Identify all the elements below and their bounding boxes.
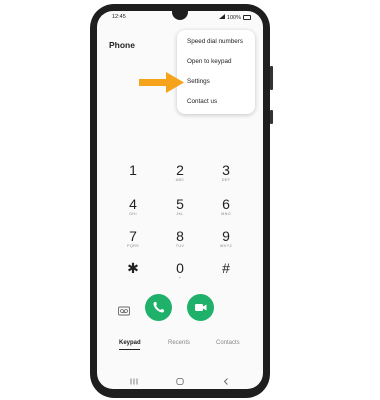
status-icons: 100% — [218, 14, 251, 21]
phone-screen: 12:45 100% Phone Speed dial numbers Open… — [97, 11, 263, 389]
key-5[interactable]: 5 JKL — [165, 197, 195, 217]
recents-nav-icon[interactable] — [130, 372, 138, 389]
signal-icon — [218, 14, 225, 21]
status-time: 12:45 — [112, 14, 126, 20]
key-7[interactable]: 7 PQRS — [118, 229, 148, 249]
keypad-row-2: 4 GHI 5 JKL 6 MNO — [97, 197, 263, 225]
keypad-row-4: ✱ 0 + # — [97, 261, 263, 289]
volume-button — [270, 66, 273, 90]
key-6[interactable]: 6 MNO — [211, 197, 241, 217]
video-call-button[interactable] — [187, 294, 214, 321]
overflow-menu: Speed dial numbers Open to keypad Settin… — [177, 30, 255, 114]
key-hash[interactable]: # — [211, 261, 241, 276]
key-3[interactable]: 3 DEF — [211, 163, 241, 183]
highlight-arrow-icon — [139, 71, 185, 100]
navigation-bar — [97, 370, 263, 385]
keypad-row-3: 7 PQRS 8 TUV 9 WXYZ — [97, 229, 263, 257]
menu-item-speed-dial[interactable]: Speed dial numbers — [187, 38, 243, 45]
key-4[interactable]: 4 GHI — [118, 197, 148, 217]
menu-item-contact-us[interactable]: Contact us — [187, 98, 217, 105]
back-nav-icon[interactable] — [223, 372, 229, 389]
key-8[interactable]: 8 TUV — [165, 229, 195, 249]
tab-contacts[interactable]: Contacts — [216, 340, 240, 346]
voicemail-icon[interactable] — [118, 303, 130, 316]
key-1[interactable]: 1 — [118, 163, 148, 178]
video-call-icon — [195, 304, 207, 311]
tab-recents[interactable]: Recents — [168, 340, 190, 346]
battery-icon — [243, 15, 251, 20]
call-icon — [153, 302, 164, 313]
active-tab-indicator — [119, 349, 140, 351]
home-nav-icon[interactable] — [176, 372, 184, 389]
menu-item-open-keypad[interactable]: Open to keypad — [187, 58, 231, 65]
menu-item-settings[interactable]: Settings — [187, 78, 210, 85]
power-button — [270, 110, 273, 124]
keypad-row-1: 1 2 ABC 3 DEF — [97, 163, 263, 191]
key-star[interactable]: ✱ — [118, 261, 148, 276]
status-bar: 12:45 100% — [97, 11, 263, 23]
tab-keypad[interactable]: Keypad — [119, 340, 141, 346]
call-button[interactable] — [145, 294, 172, 321]
battery-level: 100% — [226, 14, 241, 21]
key-2[interactable]: 2 ABC — [165, 163, 195, 183]
key-0[interactable]: 0 + — [165, 261, 195, 281]
page-title: Phone — [109, 40, 135, 50]
key-9[interactable]: 9 WXYZ — [211, 229, 241, 249]
